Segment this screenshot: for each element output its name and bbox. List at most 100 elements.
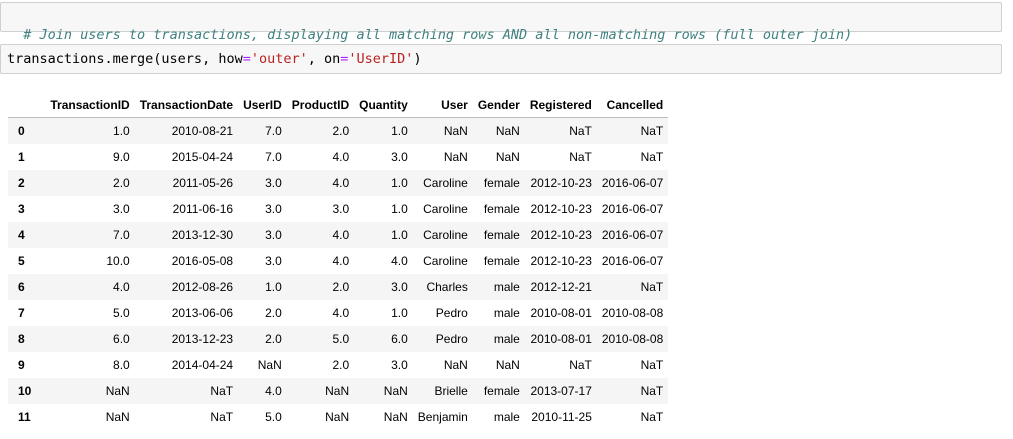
table-cell: 1.0 <box>113 124 130 138</box>
code-token-str: 'UserID' <box>348 51 414 67</box>
code-token-op: = <box>242 51 251 67</box>
table-cell: Charles <box>426 280 468 294</box>
table-cell: 2011-05-26 <box>172 176 234 190</box>
table-cell: NaN <box>495 358 520 372</box>
table-cell: male <box>493 306 520 320</box>
row-index: 3 <box>18 202 25 216</box>
table-cell: 7.0 <box>265 124 282 138</box>
table-row: 1 9.0 2015-04-24 7.0 4.0 3.0 NaN NaN NaT NaT <box>8 144 669 170</box>
column-header: User <box>412 92 473 118</box>
table-cell: 6.0 <box>391 332 408 346</box>
table-cell: 8.0 <box>113 358 130 372</box>
table-cell: 6.0 <box>113 332 130 346</box>
table-cell: 4.0 <box>391 254 408 268</box>
table-cell: 3.0 <box>391 150 408 164</box>
table-cell: 7.0 <box>113 228 130 242</box>
table-cell: 4.0 <box>332 254 350 268</box>
table-row: 9 8.0 2014-04-24 NaN 2.0 3.0 NaN NaN NaT NaT <box>8 352 669 378</box>
table-cell: Pedro <box>435 332 468 346</box>
table-cell: 3.0 <box>391 280 408 294</box>
table-cell: 2012-10-23 <box>530 176 592 190</box>
table-cell: 2.0 <box>265 306 282 320</box>
table-cell: 9.0 <box>113 150 130 164</box>
table-cell: NaT <box>640 410 664 424</box>
table-cell: 2016-06-07 <box>601 202 664 216</box>
table-cell: female <box>483 384 520 398</box>
row-index: 4 <box>18 228 25 242</box>
table-cell: NaN <box>105 410 130 424</box>
table-cell: 4.0 <box>332 150 350 164</box>
table-cell: 2.0 <box>332 358 350 372</box>
column-header: TransactionID <box>45 92 135 118</box>
table-cell: 3.0 <box>265 202 282 216</box>
merge-code-cell[interactable]: transactions.merge(users, how='outer', o… <box>0 44 1002 74</box>
table-cell: 2012-08-26 <box>171 280 234 294</box>
table-cell: 2014-04-24 <box>171 358 234 372</box>
table-cell: 2013-12-23 <box>171 332 234 346</box>
table-row: 11 NaN NaT 5.0 NaN NaN Benjamin male 2010-11-25 N… <box>8 404 669 430</box>
table-cell: 3.0 <box>265 254 282 268</box>
table-cell: 1.0 <box>391 306 408 320</box>
row-index: 1 <box>18 150 25 164</box>
row-index: 10 <box>18 384 32 398</box>
code-token-str: 'outer' <box>250 51 308 67</box>
table-cell: NaT <box>640 280 664 294</box>
table-cell: 1.0 <box>391 202 408 216</box>
table-cell: 2016-06-07 <box>601 228 664 242</box>
table-cell: NaT <box>640 384 664 398</box>
table-cell: 2.0 <box>332 124 350 138</box>
table-cell: 5.0 <box>265 410 282 424</box>
table-cell: 2012-12-21 <box>530 280 592 294</box>
table-cell: 5.0 <box>113 306 130 320</box>
table-cell: NaN <box>325 384 350 398</box>
table-row: 5 10.0 2016-05-08 3.0 4.0 4.0 Caroline female 20… <box>8 248 669 274</box>
table-cell: Pedro <box>435 306 468 320</box>
table-row: 6 4.0 2012-08-26 1.0 2.0 3.0 Charles male 2012-1… <box>8 274 669 300</box>
table-cell: 2016-06-07 <box>601 254 664 268</box>
table-cell: Caroline <box>423 202 468 216</box>
table-cell: 2010-08-01 <box>530 332 592 346</box>
table-row: 4 7.0 2013-12-30 3.0 4.0 1.0 Caroline female 201… <box>8 222 669 248</box>
table-cell: NaT <box>640 358 664 372</box>
comment-code-cell[interactable]: # Join users to transactions, displaying… <box>0 2 1002 43</box>
column-header: TransactionDate <box>134 92 239 118</box>
table-cell: 2012-10-23 <box>530 228 592 242</box>
table-cell: female <box>483 228 520 242</box>
dataframe-body: 0 1.0 2010-08-21 7.0 2.0 1.0 NaN NaN NaT NaT 1 9.0 2… <box>8 117 669 430</box>
row-index: 11 <box>18 410 31 424</box>
row-index: 8 <box>18 332 25 346</box>
table-cell: NaT <box>210 384 234 398</box>
table-cell: 2010-08-08 <box>601 332 664 346</box>
table-cell: NaT <box>640 124 664 138</box>
table-cell: 3.0 <box>265 228 282 242</box>
row-index: 5 <box>18 254 25 268</box>
table-cell: 4.0 <box>332 306 350 320</box>
table-row: 0 1.0 2010-08-21 7.0 2.0 1.0 NaN NaN NaT NaT <box>8 117 669 144</box>
table-cell: 3.0 <box>265 176 282 190</box>
table-cell: NaN <box>443 124 468 138</box>
table-cell: 2013-12-30 <box>171 228 234 242</box>
row-index: 0 <box>18 124 25 138</box>
code-comment: # Join users to transactions, displaying… <box>23 27 853 43</box>
table-cell: male <box>493 332 520 346</box>
column-header: Gender <box>472 92 525 118</box>
table-cell: NaT <box>569 124 592 138</box>
index-header <box>8 92 46 118</box>
table-cell: male <box>493 280 520 294</box>
table-cell: Benjamin <box>417 410 468 424</box>
table-cell: Caroline <box>423 254 468 268</box>
table-row: 10 NaN NaT 4.0 NaN NaN Brielle female 2013-07-17… <box>8 378 669 404</box>
column-header: ProductID <box>286 92 355 118</box>
table-cell: Brielle <box>434 384 468 398</box>
table-cell: NaT <box>569 150 592 164</box>
table-cell: 2013-06-06 <box>171 306 234 320</box>
table-cell: NaN <box>325 410 350 424</box>
table-cell: 3.0 <box>113 202 130 216</box>
table-cell: 2015-04-24 <box>171 150 234 164</box>
table-cell: NaN <box>495 124 520 138</box>
table-cell: NaN <box>495 150 520 164</box>
table-cell: NaN <box>443 358 468 372</box>
dataframe-output: TransactionID TransactionDate UserID Produc… <box>8 92 669 430</box>
table-cell: NaN <box>383 384 408 398</box>
table-cell: 2016-06-07 <box>601 176 664 190</box>
